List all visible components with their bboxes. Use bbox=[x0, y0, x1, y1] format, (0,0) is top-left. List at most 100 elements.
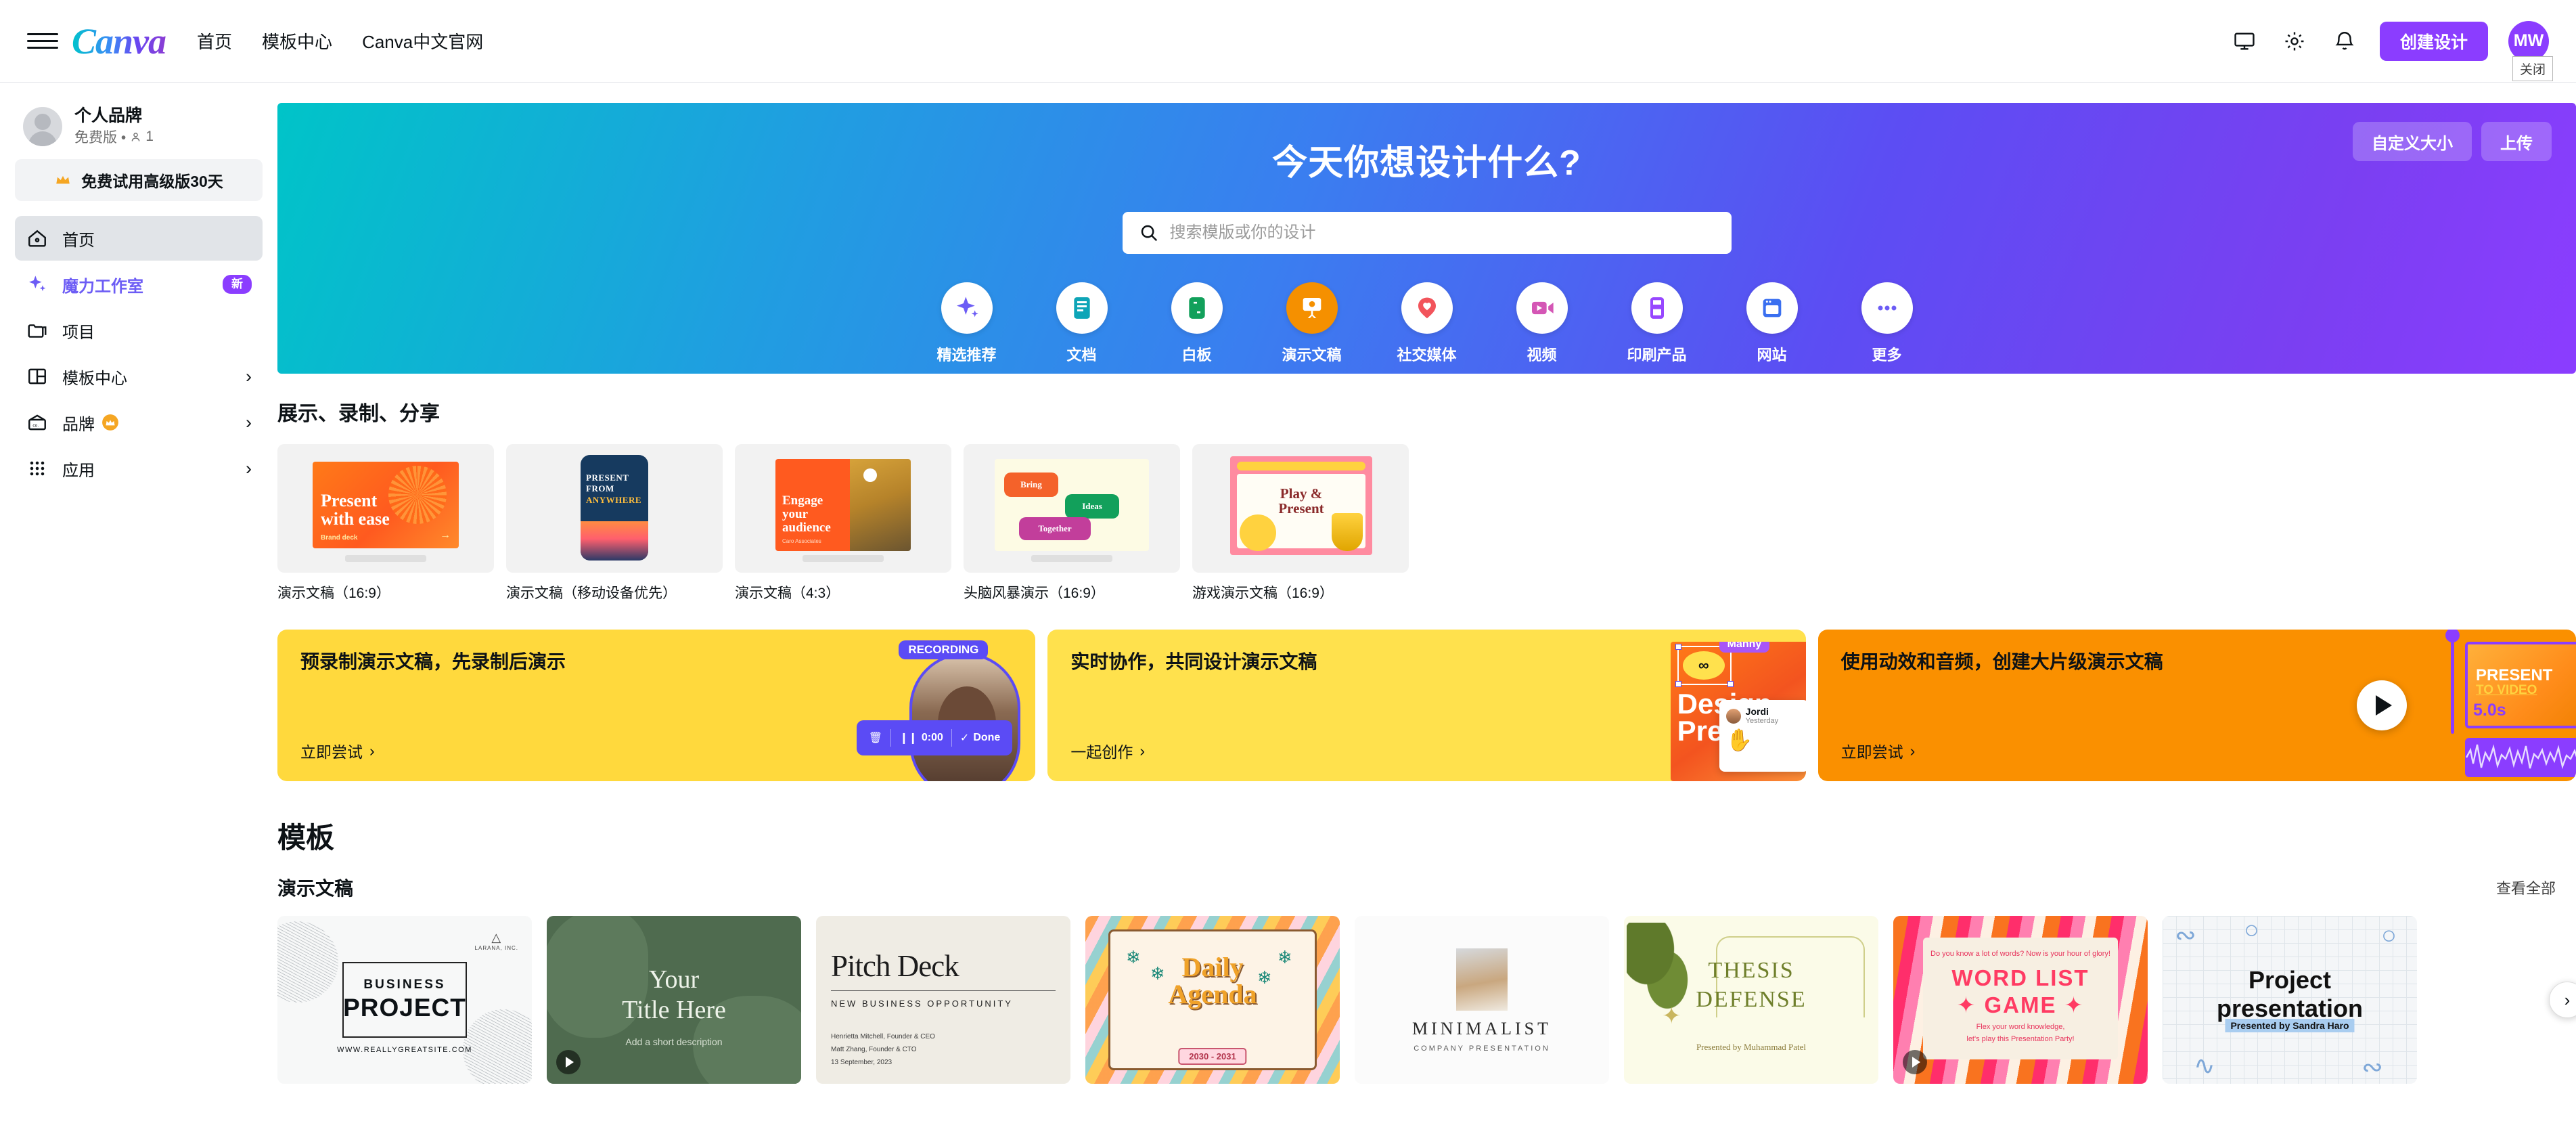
profile-row[interactable]: 个人品牌 免费版 • 1 bbox=[15, 102, 263, 159]
category-social[interactable]: 社交媒体 bbox=[1370, 282, 1485, 365]
format-caption: 演示文稿（4:3） bbox=[735, 586, 840, 601]
sidebar-item-apps[interactable]: 应用 › bbox=[15, 446, 263, 491]
comment-time: Yesterday bbox=[1745, 717, 1779, 726]
top-bar-actions: 创建设计 MW 关闭 bbox=[2230, 20, 2554, 81]
gear-icon[interactable] bbox=[2280, 26, 2309, 56]
bell-icon[interactable] bbox=[2330, 26, 2359, 56]
category-presentation[interactable]: 演示文稿 bbox=[1255, 282, 1370, 365]
template-frame: BUSINESS PROJECT bbox=[342, 962, 467, 1038]
category-featured[interactable]: 精选推荐 bbox=[909, 282, 1024, 365]
format-card-game-presentation[interactable]: Play & Present 游戏演示文稿（16:9） bbox=[1192, 444, 1409, 602]
sidebar-item-templates[interactable]: 模板中心 › bbox=[15, 354, 263, 399]
play-icon[interactable] bbox=[1903, 1050, 1927, 1074]
done-button[interactable]: ✓ Done bbox=[955, 731, 1005, 745]
hand-emoji-icon: ✋ bbox=[1725, 728, 1753, 753]
play-icon[interactable] bbox=[556, 1050, 581, 1074]
top-nav-item-templates[interactable]: 模板中心 bbox=[262, 28, 332, 53]
template-card-word-list-game[interactable]: Do you know a lot of words? Now is your … bbox=[1893, 916, 2148, 1084]
template-sub: Add a short description bbox=[625, 1036, 723, 1047]
upload-button[interactable]: 上传 bbox=[2481, 122, 2552, 161]
search-bar[interactable] bbox=[1122, 212, 1732, 254]
free-trial-label: 免费试用高级版30天 bbox=[81, 173, 223, 191]
slide-art: Present with ease Brand deck → bbox=[313, 462, 459, 548]
carousel-next-button[interactable]: › bbox=[2549, 982, 2576, 1018]
template-card-minimalist[interactable]: MINIMALIST COMPANY PRESENTATION bbox=[1355, 916, 1609, 1084]
see-all-link[interactable]: 查看全部 bbox=[2496, 877, 2556, 898]
top-nav-item-canva-cn[interactable]: Canva中文官网 bbox=[362, 28, 483, 53]
category-video[interactable]: 视频 bbox=[1485, 282, 1600, 365]
pause-timer[interactable]: ❙❙ 0:00 bbox=[894, 731, 949, 745]
slide-art: Play & Present bbox=[1230, 456, 1372, 555]
play-button[interactable] bbox=[2356, 680, 2407, 730]
format-caption: 演示文稿（16:9） bbox=[277, 586, 390, 601]
promo-banner-prerecord[interactable]: 预录制演示文稿，先录制后演示 立即尝试 › RECORDING 🗑 ❙❙ 0:0… bbox=[277, 630, 1036, 781]
chip-together: Together bbox=[1019, 517, 1091, 540]
template-card-pitch-deck[interactable]: Pitch Deck NEW BUSINESS OPPORTUNITY Henr… bbox=[816, 916, 1070, 1084]
category-label: 白板 bbox=[1181, 347, 1212, 364]
template-card-daily-agenda[interactable]: ❄ ❄ ❄ ❄ Daily Agenda 2030 - 2031 bbox=[1085, 916, 1340, 1084]
template-sub: NEW BUSINESS OPPORTUNITY bbox=[831, 998, 1013, 1009]
sidebar-item-label: 魔力工作室 bbox=[62, 277, 143, 296]
template-card-thesis-defense[interactable]: ✦ THESIS DEFENSE Presented by Muhammad Pa… bbox=[1624, 916, 1878, 1084]
sidebar-item-home[interactable]: 首页 bbox=[15, 216, 263, 261]
sidebar-item-projects[interactable]: 项目 bbox=[15, 308, 263, 353]
top-nav-item-home[interactable]: 首页 bbox=[197, 28, 232, 53]
category-more[interactable]: 更多 bbox=[1830, 282, 1945, 365]
category-print[interactable]: 印刷产品 bbox=[1600, 282, 1715, 365]
delete-icon[interactable]: 🗑 bbox=[863, 731, 888, 745]
new-badge: 新 bbox=[223, 275, 252, 294]
promo-cta[interactable]: 一起创作 › bbox=[1070, 739, 1145, 762]
template-card-your-title-here[interactable]: Your Title Here Add a short description bbox=[547, 916, 801, 1084]
format-card-list: Present with ease Brand deck → 演示文稿（16:9）… bbox=[277, 444, 2576, 602]
sidebar-item-label: 项目 bbox=[62, 323, 95, 342]
website-icon bbox=[1746, 282, 1798, 334]
slide-title: PRESENT TO VIDEO bbox=[2476, 667, 2552, 697]
promo-banner-animation-audio[interactable]: 使用动效和音频，创建大片级演示文稿 立即尝试 › PRESENT TO VIDE… bbox=[1817, 630, 2576, 781]
promo-title: 使用动效和音频，创建大片级演示文稿 bbox=[1840, 651, 2163, 672]
template-title-a: BUSINESS bbox=[363, 978, 446, 992]
arrow-icon: → bbox=[440, 529, 451, 541]
sidebar-item-brand[interactable]: co. 品牌 › bbox=[15, 400, 263, 445]
hamburger-menu-icon[interactable] bbox=[27, 26, 58, 57]
animation-slide-preview: PRESENT TO VIDEO 5.0s bbox=[2464, 642, 2576, 728]
chevron-right-icon: › bbox=[246, 412, 252, 433]
template-card-project-presentation[interactable]: ∾ ○ ○ ∿ ∾ Project presentation Presented … bbox=[2163, 916, 2417, 1084]
slide-art: Engage your audience Caro Associates bbox=[775, 459, 911, 551]
sidebar-item-magic-studio[interactable]: 魔力工作室 新 bbox=[15, 262, 263, 307]
promo-cta[interactable]: 立即尝试 › bbox=[1841, 739, 1916, 762]
format-card-presentation-43[interactable]: Engage your audience Caro Associates 演示文稿（… bbox=[735, 444, 951, 602]
category-label: 印刷产品 bbox=[1627, 347, 1687, 364]
search-input[interactable] bbox=[1169, 223, 1715, 242]
template-sub: Presented by Sandra Haro bbox=[2225, 1019, 2355, 1032]
template-card-business-project[interactable]: △ LARANA, INC. BUSINESS PROJECT WWW.REALL… bbox=[277, 916, 532, 1084]
main-content: 自定义大小 上传 今天你想设计什么? 精选推荐 文档 bbox=[277, 83, 2576, 1142]
timeline-rail bbox=[2445, 630, 2460, 734]
comment-card: Jordi Yesterday ✋ bbox=[1719, 700, 1806, 772]
profile-avatar bbox=[23, 106, 62, 146]
category-whiteboard[interactable]: 白板 bbox=[1139, 282, 1255, 365]
avatar[interactable]: MW bbox=[2508, 20, 2549, 62]
promo-banner-collaborate[interactable]: 实时协作，共同设计演示文稿 一起创作 › Design Prese ∞ Mann… bbox=[1047, 630, 1806, 781]
format-thumbnail: Engage your audience Caro Associates bbox=[735, 444, 951, 573]
format-card-brainstorm[interactable]: Bring Ideas Together 头脑风暴演示（16:9） bbox=[964, 444, 1180, 602]
slide-title: Present with ease bbox=[321, 491, 390, 529]
template-icon bbox=[26, 365, 49, 388]
category-docs[interactable]: 文档 bbox=[1024, 282, 1139, 365]
category-website[interactable]: 网站 bbox=[1715, 282, 1830, 365]
monitor-icon[interactable] bbox=[2230, 26, 2259, 56]
format-card-presentation-169[interactable]: Present with ease Brand deck → 演示文稿（16:9） bbox=[277, 444, 494, 602]
format-card-presentation-mobile[interactable]: PRESENT FROM ANYWHERE 演示文稿（移动设备优先） bbox=[506, 444, 723, 602]
create-design-button[interactable]: 创建设计 bbox=[2379, 21, 2488, 61]
template-title: Daily Agenda bbox=[1168, 952, 1257, 1009]
canva-logo[interactable]: Canva bbox=[72, 20, 166, 62]
apps-icon bbox=[26, 457, 49, 480]
template-bottom-text: Flex your word knowledge, let's play this… bbox=[1966, 1022, 2075, 1044]
promo-cta[interactable]: 立即尝试 › bbox=[300, 739, 375, 762]
free-trial-button[interactable]: 免费试用高级版30天 bbox=[15, 159, 263, 202]
top-nav: 首页 模板中心 Canva中文官网 bbox=[197, 28, 483, 53]
custom-size-button[interactable]: 自定义大小 bbox=[2353, 122, 2472, 161]
templates-subheader-row: 演示文稿 查看全部 bbox=[277, 874, 2576, 901]
template-meta: Henrietta Mitchell, Founder & CEO Matt Zh… bbox=[831, 1033, 935, 1066]
crown-icon bbox=[56, 176, 70, 184]
slide-line-1: PRESENT bbox=[2475, 666, 2553, 684]
